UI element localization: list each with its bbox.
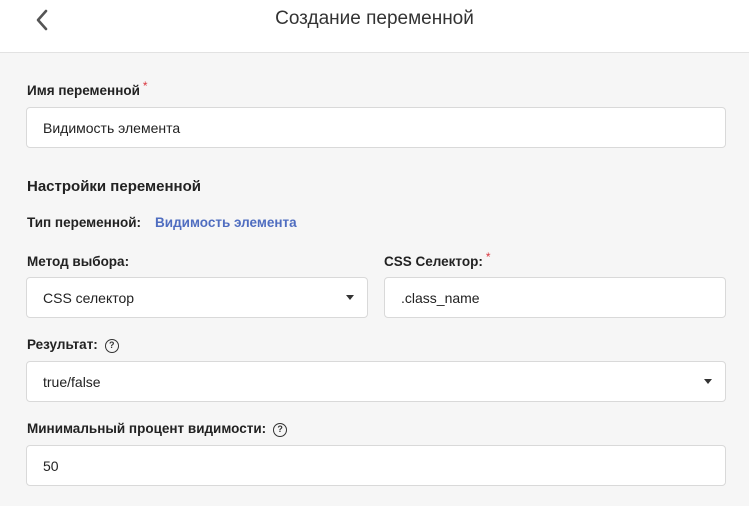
selection-method-label: Метод выбора: <box>27 254 130 269</box>
variable-type-row: Тип переменной: Видимость элемента <box>27 215 297 230</box>
page-title: Создание переменной <box>275 8 474 29</box>
required-mark: * <box>485 250 491 264</box>
variable-name-input[interactable]: Видимость элемента <box>26 107 726 148</box>
caret-down-icon <box>346 295 354 300</box>
min-visibility-label: Минимальный процент видимости:? <box>27 421 288 438</box>
variable-type-label: Тип переменной: <box>27 215 142 230</box>
header: Создание переменной <box>0 0 749 53</box>
settings-section-title: Настройки переменной <box>27 178 201 195</box>
css-selector-input[interactable]: .class_name <box>384 277 726 318</box>
css-selector-label: CSS Селектор: * <box>384 250 491 269</box>
help-icon[interactable]: ? <box>273 422 288 437</box>
selection-method-select[interactable]: CSS селектор <box>26 277 368 318</box>
result-select[interactable]: true/false <box>26 361 726 402</box>
caret-down-icon <box>704 379 712 384</box>
result-label: Результат:? <box>27 337 119 354</box>
min-visibility-input[interactable]: 50 <box>26 445 726 486</box>
variable-type-value: Видимость элемента <box>155 215 297 230</box>
variable-name-label: Имя переменной * <box>27 79 148 98</box>
help-icon[interactable]: ? <box>104 338 119 353</box>
required-mark: * <box>142 79 148 93</box>
